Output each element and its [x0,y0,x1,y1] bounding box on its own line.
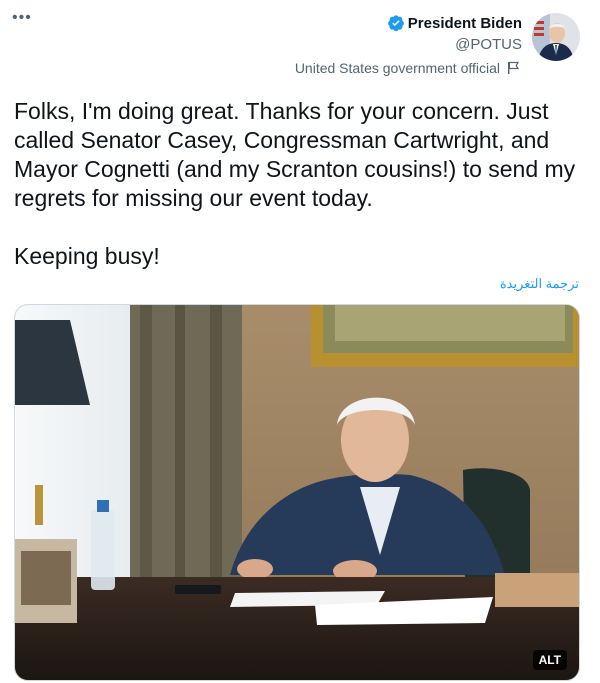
tweet-paragraph-1: Folks, I'm doing great. Thanks for your … [14,98,576,211]
verified-badge-icon [387,15,404,32]
flag-icon [508,61,520,74]
alt-text-badge[interactable]: ALT [532,650,567,670]
avatar[interactable] [532,13,580,61]
government-label-text[interactable]: United States government official [295,60,500,76]
tweet-photo[interactable]: ALT [14,304,580,681]
more-options-icon[interactable]: ••• [12,10,36,26]
tweet-text: Folks, I'm doing great. Thanks for your … [14,97,586,271]
tweet-paragraph-2: Keeping busy! [14,243,160,269]
author-handle[interactable]: @POTUS [455,36,522,53]
translate-tweet-link[interactable]: ترجمة التغريدة [500,276,579,292]
author-name-row[interactable]: President Biden [387,14,522,32]
author-display-name[interactable]: President Biden [408,15,522,32]
government-label[interactable]: United States government official [295,60,520,76]
